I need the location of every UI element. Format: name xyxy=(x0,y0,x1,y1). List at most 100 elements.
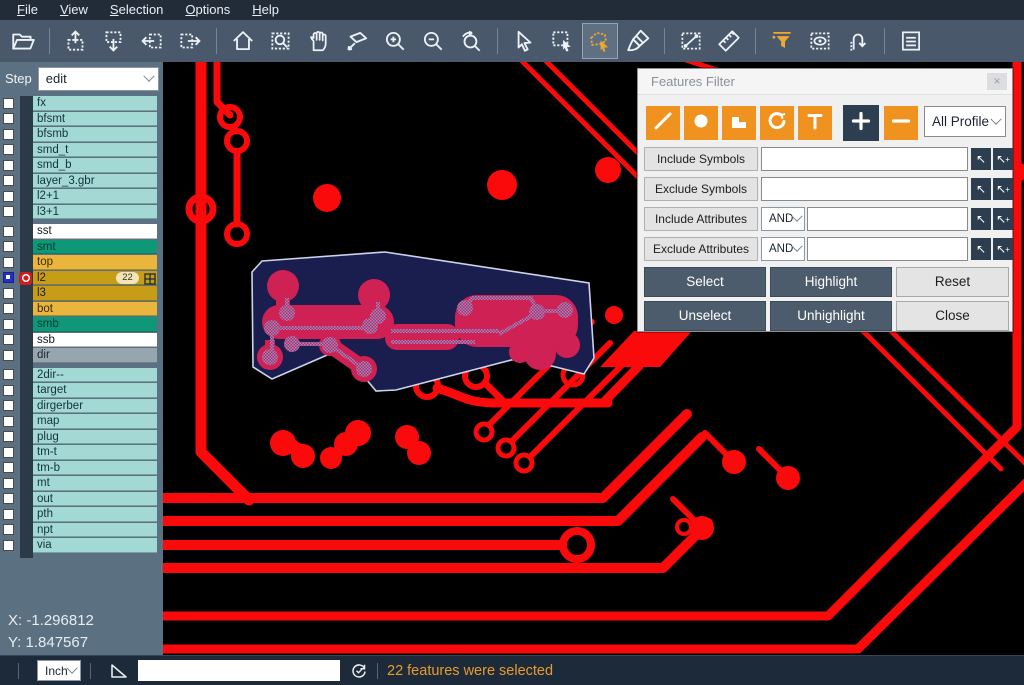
zoom-window-button[interactable] xyxy=(263,23,299,59)
layer-row-bfsmb[interactable]: bfsmb xyxy=(0,127,163,143)
layer-row-top[interactable]: top xyxy=(0,255,163,271)
layer-row-bot[interactable]: bot xyxy=(0,302,163,318)
layer-row-npt[interactable]: npt xyxy=(0,523,163,539)
include-attributes-button[interactable]: Include Attributes xyxy=(644,207,758,231)
layer-visibility-checkbox[interactable] xyxy=(3,129,14,140)
sync-icon[interactable] xyxy=(350,662,368,680)
home-view-button[interactable] xyxy=(225,23,261,59)
include-symbols-button[interactable]: Include Symbols xyxy=(644,147,758,171)
menu-item-file[interactable]: File xyxy=(6,0,49,20)
menu-item-help[interactable]: Help xyxy=(241,0,290,20)
features-filter-button[interactable] xyxy=(764,23,800,59)
exclude-attributes-field[interactable] xyxy=(807,237,968,261)
exclude-attributes-button[interactable]: Exclude Attributes xyxy=(644,237,758,261)
layer-row-l2+1[interactable]: l2+1 xyxy=(0,189,163,205)
include-attributes-pick-add-button[interactable]: ↖+ xyxy=(993,208,1013,230)
layer-visibility-checkbox[interactable] xyxy=(3,350,14,361)
layer-row-l3+1[interactable]: l3+1 xyxy=(0,205,163,221)
exclude-attributes-and-dropdown[interactable]: AND xyxy=(761,237,805,261)
unhighlight-button[interactable]: Unhighlight xyxy=(770,301,892,331)
remove-filter-button[interactable] xyxy=(884,106,918,140)
filter-text-button[interactable] xyxy=(798,106,832,140)
include-attributes-and-dropdown[interactable]: AND xyxy=(761,207,805,231)
pan-hand-button[interactable] xyxy=(301,23,337,59)
pan-left-button[interactable] xyxy=(134,23,170,59)
layer-row-dirgerber[interactable]: dirgerber xyxy=(0,399,163,415)
include-symbols-pick-button[interactable]: ↖ xyxy=(971,148,991,170)
layer-row-2dir--[interactable]: 2dir-- xyxy=(0,368,163,384)
layer-visibility-checkbox[interactable] xyxy=(3,416,14,427)
layer-visibility-checkbox[interactable] xyxy=(3,478,14,489)
layer-row-bfsmt[interactable]: bfsmt xyxy=(0,112,163,128)
pan-right-button[interactable] xyxy=(172,23,208,59)
filter-lines-button[interactable] xyxy=(646,106,680,140)
zoom-in-button[interactable] xyxy=(377,23,413,59)
layer-row-layer_3.gbr[interactable]: layer_3.gbr xyxy=(0,174,163,190)
layer-row-out[interactable]: out xyxy=(0,492,163,508)
layer-visibility-checkbox[interactable] xyxy=(3,191,14,202)
close-icon[interactable]: × xyxy=(987,73,1007,90)
layer-visibility-checkbox[interactable] xyxy=(3,462,14,473)
profile-dropdown[interactable]: All Profile xyxy=(924,106,1006,137)
layer-visibility-checkbox[interactable] xyxy=(3,303,14,314)
layer-visibility-checkbox[interactable] xyxy=(3,144,14,155)
layer-row-fx[interactable]: fx xyxy=(0,96,163,112)
layer-visibility-checkbox[interactable] xyxy=(3,257,14,268)
layer-row-smd_b[interactable]: smd_b xyxy=(0,158,163,174)
layer-row-tm-t[interactable]: tm-t xyxy=(0,445,163,461)
close-button[interactable]: Close xyxy=(896,301,1009,331)
layer-visibility-checkbox[interactable] xyxy=(3,334,14,345)
exclude-symbols-button[interactable]: Exclude Symbols xyxy=(644,177,758,201)
layer-visibility-checkbox[interactable] xyxy=(3,524,14,535)
select-cursor-button[interactable] xyxy=(506,23,542,59)
include-symbols-field[interactable] xyxy=(761,147,968,171)
filter-pads-button[interactable] xyxy=(684,106,718,140)
layer-visibility-checkbox[interactable] xyxy=(3,385,14,396)
layer-visibility-checkbox[interactable] xyxy=(3,447,14,458)
layer-row-l3[interactable]: l3 xyxy=(0,286,163,302)
layer-row-via[interactable]: via xyxy=(0,538,163,554)
step-dropdown[interactable]: edit xyxy=(38,67,159,91)
layer-row-dir[interactable]: dir xyxy=(0,348,163,364)
zoom-previous-button[interactable] xyxy=(453,23,489,59)
layer-visibility-checkbox[interactable] xyxy=(3,272,14,283)
add-filter-button[interactable] xyxy=(843,105,879,141)
snap-angle-icon[interactable] xyxy=(110,663,128,679)
pan-down-button[interactable] xyxy=(96,23,132,59)
pan-up-button[interactable] xyxy=(58,23,94,59)
highlight-button[interactable]: Highlight xyxy=(770,267,892,297)
layer-row-smb[interactable]: smb xyxy=(0,317,163,333)
move-view-button[interactable] xyxy=(339,23,375,59)
layer-row-target[interactable]: target xyxy=(0,383,163,399)
dialog-title-bar[interactable]: Features Filter × xyxy=(638,69,1012,95)
layer-visibility-checkbox[interactable] xyxy=(3,206,14,217)
rectangle-select-button[interactable] xyxy=(544,23,580,59)
layer-visibility-checkbox[interactable] xyxy=(3,509,14,520)
layer-visibility-checkbox[interactable] xyxy=(3,431,14,442)
layer-row-tm-b[interactable]: tm-b xyxy=(0,461,163,477)
menu-item-view[interactable]: View xyxy=(49,0,99,20)
layer-row-plug[interactable]: plug xyxy=(0,430,163,446)
layer-row-map[interactable]: map xyxy=(0,414,163,430)
exclude-symbols-pick-button[interactable]: ↖ xyxy=(971,178,991,200)
include-attributes-pick-button[interactable]: ↖ xyxy=(971,208,991,230)
layer-visibility-checkbox[interactable] xyxy=(3,241,14,252)
exclude-attributes-pick-button[interactable]: ↖ xyxy=(971,238,991,260)
layer-row-smd_t[interactable]: smd_t xyxy=(0,143,163,159)
filter-surfaces-button[interactable] xyxy=(722,106,756,140)
open-file-button[interactable] xyxy=(5,23,41,59)
layer-row-smt[interactable]: smt xyxy=(0,240,163,256)
include-symbols-pick-add-button[interactable]: ↖+ xyxy=(993,148,1013,170)
layer-visibility-checkbox[interactable] xyxy=(3,113,14,124)
menu-item-selection[interactable]: Selection xyxy=(99,0,174,20)
layer-visibility-checkbox[interactable] xyxy=(3,226,14,237)
layer-visibility-checkbox[interactable] xyxy=(3,175,14,186)
layer-visibility-checkbox[interactable] xyxy=(3,160,14,171)
select-button[interactable]: Select xyxy=(644,267,766,297)
exclude-symbols-field[interactable] xyxy=(761,177,968,201)
view-options-button[interactable] xyxy=(802,23,838,59)
layer-visibility-checkbox[interactable] xyxy=(3,400,14,411)
zoom-out-button[interactable] xyxy=(415,23,451,59)
layer-visibility-checkbox[interactable] xyxy=(3,540,14,551)
layer-visibility-checkbox[interactable] xyxy=(3,493,14,504)
